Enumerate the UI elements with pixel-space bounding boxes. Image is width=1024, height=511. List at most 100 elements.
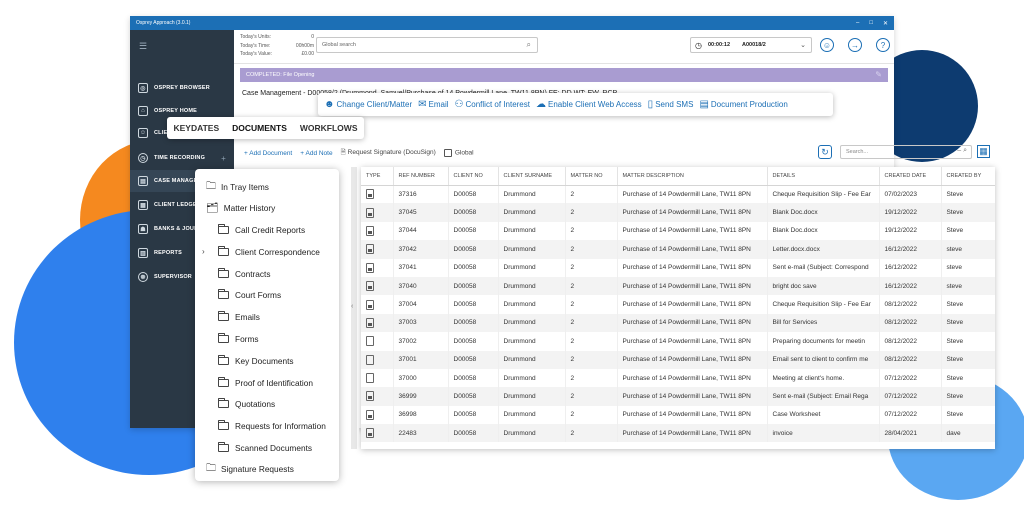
- tab-workflows[interactable]: WORKFLOWS: [300, 123, 358, 133]
- chevron-down-icon[interactable]: ⌄: [800, 41, 806, 49]
- global-checkbox[interactable]: Global: [443, 149, 474, 157]
- close-icon[interactable]: ✕: [883, 20, 888, 27]
- tree-folder-item[interactable]: Forms: [218, 330, 259, 348]
- table-row[interactable]: 37041 D00058 Drummond 2 Purchase of 14 Powde…: [361, 258, 995, 277]
- table-row[interactable]: 37042 D00058 Drummond 2 Purchase of 14 Powde…: [361, 240, 995, 259]
- grid-view-icon[interactable]: ▦: [977, 145, 990, 158]
- cell-by: Steve: [941, 405, 995, 425]
- documents-search-input[interactable]: Search... – ⌕: [840, 145, 972, 159]
- expand-chevron-icon[interactable]: ›: [202, 247, 205, 256]
- request-signature-button[interactable]: 🗎 Request Signature (DocuSign): [341, 148, 436, 159]
- column-header[interactable]: CREATED DATE: [879, 167, 942, 186]
- tree-folder-item[interactable]: Proof of Identification: [218, 374, 313, 392]
- minimize-icon[interactable]: –: [856, 20, 859, 27]
- folder-icon: [218, 289, 229, 300]
- cell-details: Cheque Requisition Slip - Fee Ear: [767, 295, 880, 314]
- clear-search-icon[interactable]: – ⌕: [957, 147, 967, 155]
- table-row[interactable]: 36999 D00058 Drummond 2 Purchase of 14 Powde…: [361, 387, 995, 406]
- sidebar-item-time-recording[interactable]: ◷ TIME RECORDING +: [130, 147, 234, 169]
- tree-folder-item[interactable]: › Client Correspondence: [202, 243, 320, 261]
- table-row[interactable]: 36998 D00058 Drummond 2 Purchase of 14 Powde…: [361, 405, 995, 425]
- table-row[interactable]: 37045 D00058 Drummond 2 Purchase of 14 Powde…: [361, 203, 995, 222]
- change-client-matter-button[interactable]: ☻ Change Client/Matter: [324, 99, 412, 110]
- cell-details: Sent e-mail (Subject: Correspond: [767, 258, 880, 277]
- cell-details: Case Worksheet: [767, 405, 880, 425]
- refresh-button[interactable]: ↻: [818, 145, 832, 159]
- tab-keydates[interactable]: KEYDATES: [173, 123, 219, 133]
- user-icon[interactable]: ☺: [820, 38, 834, 52]
- logout-icon[interactable]: →: [848, 38, 862, 52]
- email-button[interactable]: ✉ Email: [418, 99, 448, 110]
- send-sms-button[interactable]: ▯ Send SMS: [648, 99, 694, 110]
- column-header[interactable]: CLIENT NO: [448, 167, 499, 186]
- table-row[interactable]: 37004 D00058 Drummond 2 Purchase of 14 Powde…: [361, 295, 995, 314]
- table-row[interactable]: 37044 D00058 Drummond 2 Purchase of 14 Powde…: [361, 221, 995, 241]
- type-cell: [361, 240, 394, 259]
- signature-folder-icon: 🗀: [206, 462, 216, 474]
- word-document-icon: [366, 244, 374, 255]
- tree-folder-item[interactable]: Emails: [218, 308, 260, 326]
- column-header[interactable]: TYPE: [361, 167, 394, 186]
- sidebar-item-label: SUPERVISOR: [154, 274, 192, 280]
- document-production-button[interactable]: ▤ Document Production: [699, 99, 787, 110]
- table-row[interactable]: 37316 D00058 Drummond 2 Purchase of 14 Powde…: [361, 185, 995, 204]
- splitter[interactable]: ‹: [339, 167, 359, 449]
- tree-folder-item[interactable]: Scanned Documents: [218, 439, 312, 457]
- table-row[interactable]: 37002 D00058 Drummond 2 Purchase of 14 Powde…: [361, 332, 995, 351]
- cell-matter: 2: [565, 185, 618, 204]
- column-header[interactable]: REF NUMBER: [393, 167, 449, 186]
- sidebar-item-osprey-browser[interactable]: ◎ OSPREY BROWSER: [130, 77, 234, 99]
- window-controls: – □ ✕: [856, 20, 888, 27]
- cell-date: 28/04/2021: [879, 424, 942, 443]
- expand-plus-icon[interactable]: +: [221, 154, 226, 163]
- tab-documents[interactable]: DOCUMENTS: [232, 123, 287, 133]
- tree-folder-item[interactable]: Contracts: [218, 265, 271, 283]
- status-banner: COMPLETED: File Opening ✎: [240, 68, 888, 82]
- column-header[interactable]: MATTER DESCRIPTION: [617, 167, 768, 186]
- tree-item-signature-requests[interactable]: 🗀 Signature Requests: [206, 460, 294, 478]
- cell-desc: Purchase of 14 Powdermill Lane, TW11 8PN: [617, 221, 768, 241]
- tree-folder-item[interactable]: Requests for Information: [218, 417, 326, 435]
- tree-folder-item[interactable]: Court Forms: [218, 286, 281, 304]
- help-icon[interactable]: ?: [876, 38, 890, 52]
- tree-item-matter-history[interactable]: 🗂 Matter History: [206, 199, 275, 217]
- type-cell: [361, 368, 394, 388]
- cell-date: 08/12/2022: [879, 313, 942, 333]
- table-row[interactable]: 37000 D00058 Drummond 2 Purchase of 14 Powde…: [361, 368, 995, 388]
- edit-icon[interactable]: ✎: [875, 70, 882, 79]
- type-cell: [361, 258, 394, 277]
- add-document-button[interactable]: + Add Document: [244, 150, 292, 157]
- column-header[interactable]: CLIENT SURNAME: [498, 167, 566, 186]
- table-row[interactable]: 22483 D00058 Drummond 2 Purchase of 14 Powde…: [361, 424, 995, 443]
- table-row[interactable]: 37003 D00058 Drummond 2 Purchase of 14 Powde…: [361, 313, 995, 333]
- search-icon[interactable]: ⌕: [527, 40, 531, 50]
- word-document-icon: [366, 281, 374, 292]
- maximize-icon[interactable]: □: [869, 20, 873, 27]
- tree-item-in-tray[interactable]: 🗀 In Tray Items: [206, 178, 269, 196]
- hamburger-menu-icon[interactable]: ☰: [139, 41, 147, 52]
- cell-by: Steve: [941, 203, 995, 222]
- cell-desc: Purchase of 14 Powdermill Lane, TW11 8PN: [617, 276, 768, 296]
- conflict-of-interest-button[interactable]: ⚇ Conflict of Interest: [455, 99, 530, 110]
- column-header[interactable]: DETAILS: [767, 167, 880, 186]
- units-value: 0: [311, 34, 314, 40]
- tree-folder-item[interactable]: Call Credit Reports: [218, 221, 305, 239]
- tree-folder-item[interactable]: Key Documents: [218, 352, 294, 370]
- table-row[interactable]: 37040 D00058 Drummond 2 Purchase of 14 Powde…: [361, 276, 995, 296]
- column-header[interactable]: MATTER NO: [565, 167, 618, 186]
- column-header[interactable]: CREATED BY: [941, 167, 995, 186]
- folder-icon: [218, 354, 229, 365]
- enable-client-web-access-button[interactable]: ☁ Enable Client Web Access: [536, 99, 642, 110]
- cell-matter: 2: [565, 258, 618, 277]
- table-row[interactable]: 37001 D00058 Drummond 2 Purchase of 14 Powde…: [361, 350, 995, 369]
- cell-client-no: D00058: [448, 313, 499, 333]
- cell-matter: 2: [565, 295, 618, 314]
- add-note-button[interactable]: + Add Note: [300, 150, 332, 157]
- timer-dropdown[interactable]: ◷ 00:00:12 A00018/2 ⌄: [690, 37, 812, 53]
- cell-details: invoice: [767, 424, 880, 443]
- global-search-input[interactable]: Global search ⌕: [316, 37, 538, 53]
- collapse-arrow-icon[interactable]: ‹: [351, 303, 353, 310]
- cell-desc: Purchase of 14 Powdermill Lane, TW11 8PN: [617, 350, 768, 369]
- tree-folder-item[interactable]: Quotations: [218, 395, 275, 413]
- cell-client-no: D00058: [448, 424, 499, 443]
